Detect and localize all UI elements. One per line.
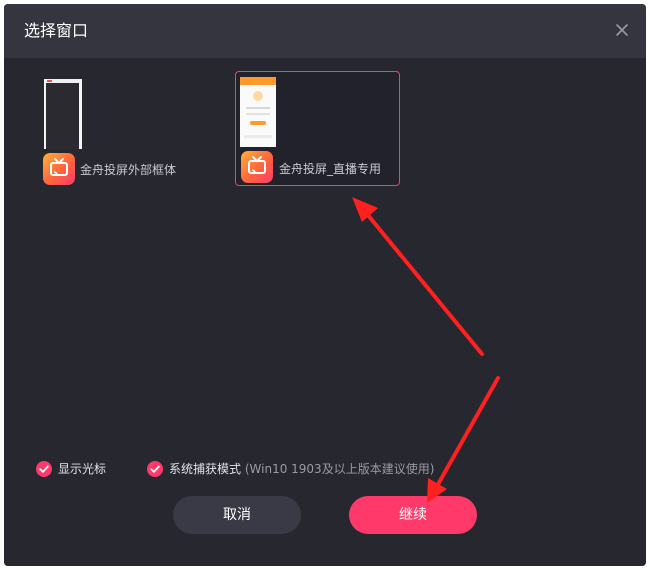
window-item-live-stream[interactable]: 金舟投屏_直播专用 [235, 71, 400, 186]
close-button[interactable] [610, 18, 634, 42]
system-capture-mode-text: 系统捕获模式 [169, 462, 242, 476]
show-cursor-checkbox[interactable]: 显示光标 [36, 460, 116, 478]
dialog-title: 选择窗口 [24, 21, 89, 40]
continue-button[interactable]: 继续 [349, 496, 477, 534]
close-icon [616, 24, 628, 36]
system-capture-label: 系统捕获模式 (Win10 1903及以上版本建议使用) [169, 460, 434, 478]
select-window-dialog: 选择窗口 金舟投屏外部框体 金舟投屏_直播专用 显示光标 系统捕获模式 (Win… [4, 4, 646, 566]
window-label: 金舟投屏外部框体 [80, 163, 177, 177]
window-thumbnail [44, 79, 82, 149]
app-cast-icon [241, 151, 273, 183]
show-cursor-label: 显示光标 [58, 462, 107, 476]
system-capture-checkbox[interactable]: 系统捕获模式 (Win10 1903及以上版本建议使用) [147, 460, 447, 478]
checkbox-checked-icon [36, 461, 52, 477]
system-capture-hint: (Win10 1903及以上版本建议使用) [244, 462, 435, 476]
dialog-header: 选择窗口 [4, 4, 646, 58]
cancel-button[interactable]: 取消 [173, 496, 301, 534]
checkbox-checked-icon [147, 461, 163, 477]
window-thumbnail [240, 77, 276, 147]
window-label: 金舟投屏_直播专用 [279, 162, 382, 176]
app-cast-icon [43, 153, 75, 185]
window-item-external-frame[interactable]: 金舟投屏外部框体 [38, 72, 200, 188]
